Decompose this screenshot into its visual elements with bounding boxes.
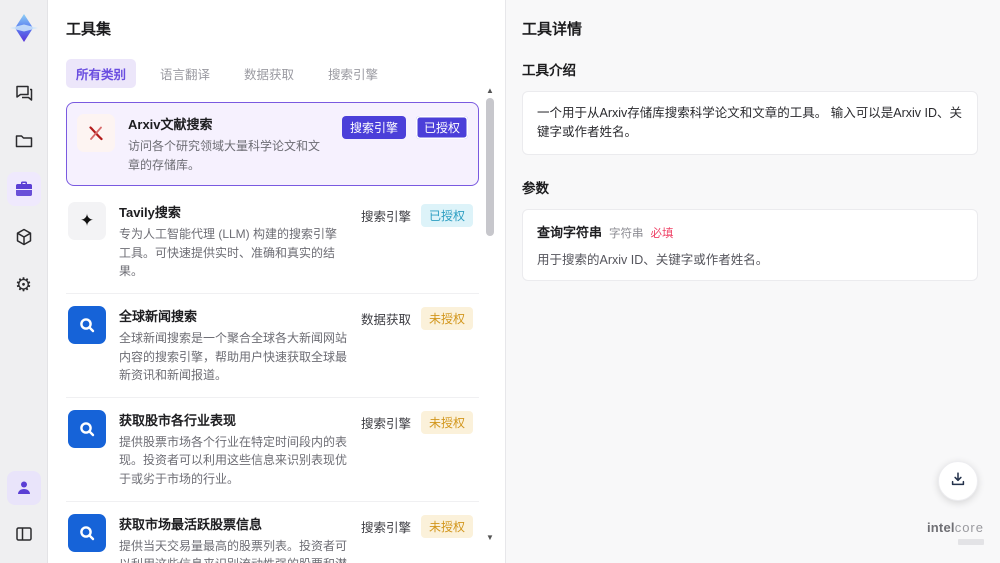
auth-status-badge: 未授权 bbox=[420, 307, 473, 331]
tool-description: 全球新闻搜索是一个聚合全球各大新闻网站内容的搜索引擎，帮助用户快速获取全球最新资… bbox=[119, 330, 348, 383]
blue-search-icon bbox=[68, 513, 106, 552]
tool-description: 提供股票市场各个行业在特定时间段内的表现。投资者可以利用这些信息来识别表现优于或… bbox=[119, 434, 348, 486]
scroll-down-arrow[interactable]: ▼ bbox=[485, 533, 495, 543]
tool-card-stock-sector[interactable]: 获取股市各行业表现 提供股票市场各个行业在特定时间段内的表现。投资者可以利用这些… bbox=[66, 397, 479, 502]
auth-status-badge: 未授权 bbox=[420, 515, 473, 539]
gear-icon: ⚙ bbox=[14, 274, 33, 296]
tool-list-panel: 工具集 所有类别 语言翻译 数据获取 搜索引擎 Arxiv文献搜索 访问各个研究… bbox=[48, 0, 505, 563]
sidebar-nav: ⚙ bbox=[6, 76, 41, 302]
detail-title: 工具详情 bbox=[522, 21, 583, 38]
category-tabs: 所有类别 语言翻译 数据获取 搜索引擎 bbox=[66, 59, 479, 88]
app-logo-icon bbox=[4, 8, 44, 48]
tab-data-fetching[interactable]: 数据获取 bbox=[234, 59, 304, 88]
sidebar-item-chat[interactable] bbox=[7, 76, 41, 110]
intro-text: 一个用于从Arxiv存储库搜索科学论文和文章的工具。 输入可以是Arxiv ID… bbox=[537, 106, 963, 139]
arxiv-icon bbox=[77, 114, 115, 152]
sidebar-item-files[interactable] bbox=[7, 124, 41, 158]
intro-heading: 工具介绍 bbox=[522, 63, 576, 78]
sidebar-item-settings[interactable]: ⚙ bbox=[7, 268, 41, 302]
page-title: 工具集 bbox=[66, 21, 112, 38]
sidebar-item-tools[interactable] bbox=[6, 172, 41, 206]
category-label: 数据获取 bbox=[360, 313, 411, 328]
toolbox-icon bbox=[14, 179, 34, 199]
category-badge: 搜索引擎 bbox=[341, 115, 406, 139]
blue-search-icon bbox=[68, 305, 106, 344]
download-icon bbox=[949, 470, 967, 493]
category-label: 搜索引擎 bbox=[360, 209, 411, 224]
tool-detail-panel: 工具详情 工具介绍 一个用于从Arxiv存储库搜索科学论文和文章的工具。 输入可… bbox=[505, 0, 1000, 563]
intel-core-sub-badge bbox=[958, 539, 984, 545]
sidebar: ⚙ bbox=[0, 0, 48, 563]
category-label: 搜索引擎 bbox=[360, 521, 411, 536]
tab-search-engine[interactable]: 搜索引擎 bbox=[318, 59, 388, 88]
list-scrollbar[interactable]: ▲ ▼ bbox=[485, 86, 495, 555]
sidebar-bottom bbox=[6, 471, 41, 555]
tool-name: Tavily搜索 bbox=[119, 205, 181, 221]
tool-name: 获取股市各行业表现 bbox=[119, 412, 237, 428]
auth-status-badge: 已授权 bbox=[420, 203, 473, 227]
tavily-star-icon: ✦ bbox=[68, 202, 106, 241]
sidebar-item-packages[interactable] bbox=[7, 220, 41, 254]
param-description: 用于搜索的Arxiv ID、关键字或作者姓名。 bbox=[537, 252, 769, 267]
param-name: 查询字符串 bbox=[537, 224, 603, 240]
category-label: 搜索引擎 bbox=[360, 417, 411, 432]
auth-status-badge: 未授权 bbox=[420, 411, 473, 435]
tool-card-arxiv[interactable]: Arxiv文献搜索 访问各个研究领域大量科学论文和文章的存储库。 搜索引擎 已授… bbox=[66, 102, 479, 187]
tab-language-translation[interactable]: 语言翻译 bbox=[150, 59, 220, 88]
tool-name: 全球新闻搜索 bbox=[119, 308, 198, 324]
intro-box: 一个用于从Arxiv存储库搜索科学论文和文章的工具。 输入可以是Arxiv ID… bbox=[522, 91, 978, 155]
sidebar-item-collapse-panel[interactable] bbox=[7, 517, 41, 551]
scroll-up-arrow[interactable]: ▲ bbox=[485, 86, 495, 96]
tool-description: 访问各个研究领域大量科学论文和文章的存储库。 bbox=[128, 139, 321, 172]
cube-icon bbox=[14, 227, 34, 247]
tool-description: 专为人工智能代理 (LLM) 构建的搜索引擎工具。可快速提供实时、准确和真实的结… bbox=[119, 227, 338, 279]
intel-core-logo: intelcore bbox=[927, 520, 984, 545]
tool-card-tavily[interactable]: ✦ Tavily搜索 专为人工智能代理 (LLM) 构建的搜索引擎工具。可快速提… bbox=[66, 190, 479, 294]
params-heading: 参数 bbox=[522, 180, 549, 196]
chat-icon bbox=[14, 83, 34, 103]
app-window: ⚙ 工具集 所有类别 语言翻译 数据获取 搜索引擎 Arxiv文献搜索 访问各个… bbox=[0, 0, 1000, 563]
param-box: 查询字符串 字符串 必填 用于搜索的Arxiv ID、关键字或作者姓名。 bbox=[522, 208, 978, 281]
blue-search-icon bbox=[68, 409, 106, 448]
download-button[interactable] bbox=[938, 461, 978, 501]
panel-layout-icon bbox=[14, 524, 34, 544]
sidebar-item-account[interactable] bbox=[6, 471, 41, 505]
folder-icon bbox=[14, 131, 34, 151]
tab-all-categories[interactable]: 所有类别 bbox=[66, 59, 137, 88]
auth-status-badge: 已授权 bbox=[415, 115, 468, 139]
tool-description: 提供当天交易量最高的股票列表。投资者可以利用这些信息来识别流动性强的股票和潜在的… bbox=[119, 538, 348, 563]
tool-card-global-news[interactable]: 全球新闻搜索 全球新闻搜索是一个聚合全球各大新闻网站内容的搜索引擎，帮助用户快速… bbox=[66, 293, 479, 398]
param-required-tag: 必填 bbox=[650, 227, 674, 240]
tool-list: Arxiv文献搜索 访问各个研究领域大量科学论文和文章的存储库。 搜索引擎 已授… bbox=[66, 102, 479, 563]
tool-name: Arxiv文献搜索 bbox=[128, 117, 213, 132]
tool-name: 获取市场最活跃股票信息 bbox=[119, 516, 263, 532]
param-type: 字符串 bbox=[609, 227, 644, 240]
tool-card-active-stocks[interactable]: 获取市场最活跃股票信息 提供当天交易量最高的股票列表。投资者可以利用这些信息来识… bbox=[66, 501, 479, 563]
scrollbar-thumb[interactable] bbox=[486, 98, 494, 236]
user-icon bbox=[15, 479, 33, 497]
